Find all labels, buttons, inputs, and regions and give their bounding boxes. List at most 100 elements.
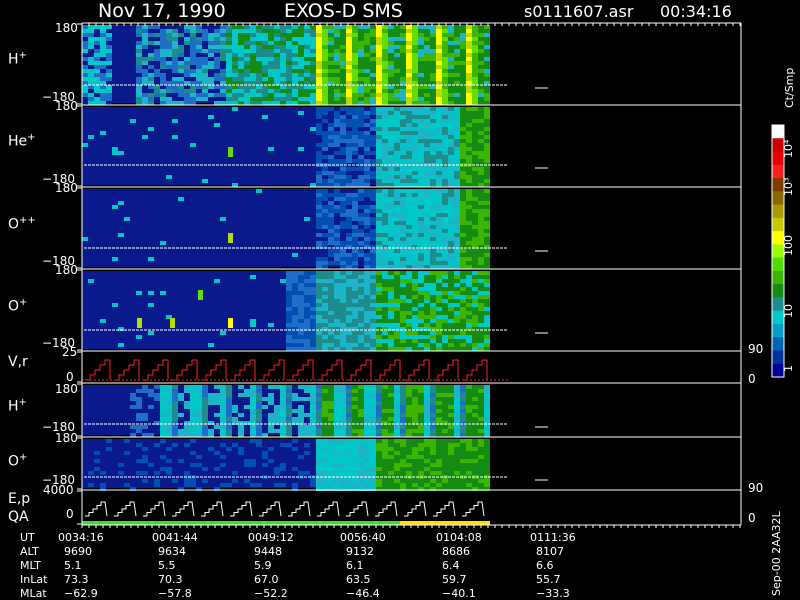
heatmap-cell: [418, 205, 424, 209]
heatmap-cell: [460, 25, 466, 29]
heatmap-cell: [334, 73, 340, 77]
heatmap-cell: [298, 29, 304, 33]
heatmap-cell: [478, 209, 484, 213]
heatmap-cell: [478, 197, 484, 201]
heatmap-cell: [154, 471, 160, 475]
heatmap-cell: [316, 123, 322, 127]
heatmap-cell: [448, 483, 454, 487]
heatmap-cell: [376, 107, 382, 111]
heatmap-cell: [160, 49, 166, 53]
heatmap-cell: [484, 291, 490, 295]
heatmap-cell: [358, 471, 364, 475]
heatmap-cell: [436, 405, 442, 409]
heatmap-cell: [478, 213, 484, 217]
heatmap-cell: [382, 119, 388, 123]
heatmap-cell: [226, 41, 232, 45]
heatmap-cell: [436, 463, 442, 467]
heatmap-cell: [340, 89, 346, 93]
heatmap-cell: [418, 471, 424, 475]
heatmap-cell: [250, 73, 256, 77]
heatmap-cell: [394, 413, 400, 417]
heatmap-cell: [388, 335, 394, 339]
heatmap-cell: [454, 69, 460, 73]
heatmap-cell: [430, 41, 436, 45]
heatmap-cell: [442, 393, 448, 397]
heatmap-cell: [136, 77, 142, 81]
heatmap-cell: [232, 81, 238, 85]
heatmap-cell: [448, 85, 454, 89]
heatmap-cell: [316, 131, 322, 135]
heatmap-cell: [358, 253, 364, 257]
heatmap-cell: [154, 49, 160, 53]
heatmap-cell: [112, 303, 118, 307]
heatmap-cell: [316, 299, 322, 303]
heatmap-cell: [82, 65, 88, 69]
heatmap-cell: [388, 393, 394, 397]
heatmap-cell: [358, 33, 364, 37]
heatmap-cell: [442, 439, 448, 443]
heatmap-cell: [388, 261, 394, 265]
heatmap-cell: [322, 393, 328, 397]
heatmap-cell: [316, 183, 322, 187]
heatmap-cell: [484, 265, 490, 269]
heatmap-cell: [352, 439, 358, 443]
heatmap-cell: [172, 443, 178, 447]
heatmap-cell: [292, 45, 298, 49]
heatmap-cell: [454, 331, 460, 335]
heatmap-cell: [166, 405, 172, 409]
heatmap-cell: [388, 311, 394, 315]
heatmap-cell: [148, 53, 154, 57]
heatmap-cell: [418, 189, 424, 193]
heatmap-cell: [376, 471, 382, 475]
heatmap-cell: [388, 447, 394, 451]
heatmap-cell: [202, 433, 208, 437]
heatmap-cell: [448, 409, 454, 413]
heatmap-cell: [454, 303, 460, 307]
heatmap-cell: [364, 479, 370, 483]
heatmap-cell: [310, 319, 316, 323]
heatmap-cell: [316, 287, 322, 291]
heatmap-cell: [358, 339, 364, 343]
heatmap-cell: [472, 287, 478, 291]
heatmap-cell: [430, 155, 436, 159]
heatmap-cell: [316, 53, 322, 57]
heatmap-cell: [460, 225, 466, 229]
heatmap-cell: [328, 253, 334, 257]
heatmap-cell: [412, 61, 418, 65]
heatmap-cell: [436, 413, 442, 417]
heatmap-cell: [250, 85, 256, 89]
heatmap-cell: [352, 323, 358, 327]
heatmap-cell: [310, 279, 316, 283]
heatmap-cell: [412, 401, 418, 405]
heatmap-cell: [352, 127, 358, 131]
heatmap-cell: [364, 253, 370, 257]
heatmap-cell: [238, 57, 244, 61]
heatmap-cell: [418, 127, 424, 131]
heatmap-cell: [436, 115, 442, 119]
heatmap-cell: [286, 385, 292, 389]
heatmap-cell: [166, 393, 172, 397]
heatmap-cell: [286, 93, 292, 97]
heatmap-cell: [382, 303, 388, 307]
heatmap-cell: [346, 37, 352, 41]
heatmap-cell: [316, 81, 322, 85]
heatmap-cell: [394, 179, 400, 183]
heatmap-cell: [166, 81, 172, 85]
heatmap-cell: [250, 409, 256, 413]
heatmap-cell: [196, 429, 202, 433]
heatmap-cell: [298, 303, 304, 307]
heatmap-cell: [304, 37, 310, 41]
heatmap-cell: [310, 299, 316, 303]
heatmap-cell: [466, 171, 472, 175]
heatmap-cell: [436, 101, 442, 105]
heatmap-cell: [298, 455, 304, 459]
heatmap-cell: [388, 413, 394, 417]
heatmap-cell: [358, 143, 364, 147]
heatmap-cell: [484, 315, 490, 319]
heatmap-cell: [310, 393, 316, 397]
heatmap-cell: [340, 389, 346, 393]
heatmap-cell: [334, 25, 340, 29]
heatmap-cell: [304, 41, 310, 45]
heatmap-cell: [460, 249, 466, 253]
heatmap-cell: [100, 65, 106, 69]
